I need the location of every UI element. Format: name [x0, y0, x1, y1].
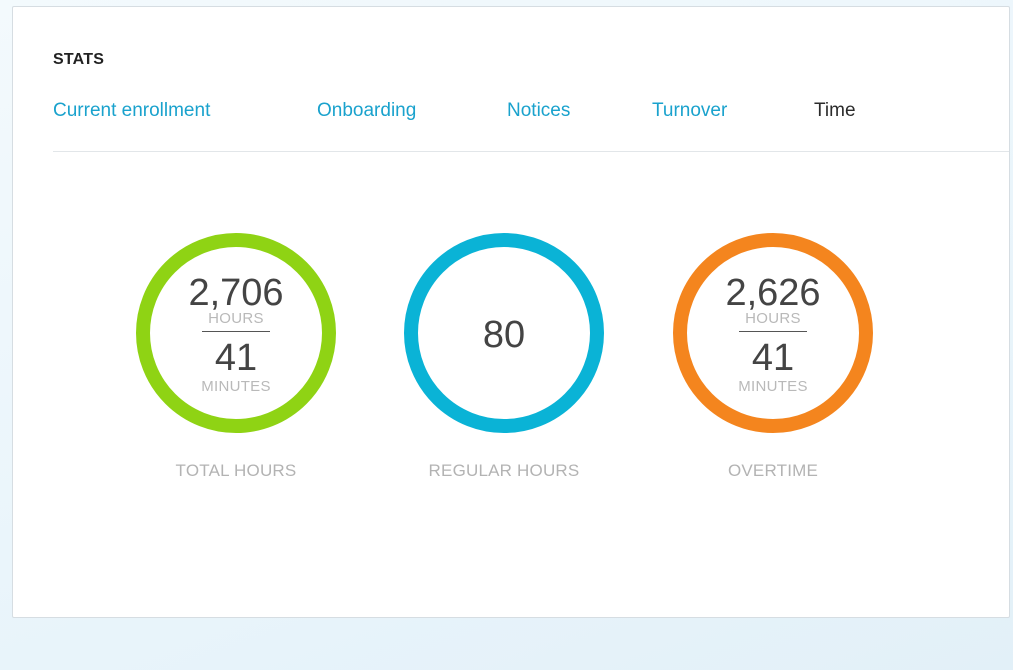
total-hours-label: TOTAL HOURS — [175, 461, 297, 480]
stat-total-hours: 2,706 HOURS 41 MINUTES TOTAL HOURS — [136, 233, 336, 493]
tabs-divider — [53, 151, 1009, 152]
stat-regular-hours: 80 REGULAR HOURS — [404, 233, 604, 493]
regular-hours-label: REGULAR HOURS — [428, 461, 580, 480]
total-hours-divider — [202, 331, 270, 332]
overtime-label: OVERTIME — [727, 461, 819, 480]
tab-current-enrollment[interactable]: Current enrollment — [53, 100, 210, 122]
total-hours-ring — [136, 233, 336, 433]
overtime-hours-unit: HOURS — [745, 310, 801, 327]
tab-time[interactable]: Time — [814, 100, 856, 122]
stat-overtime: 2,626 HOURS 41 MINUTES OVERTIME — [673, 233, 873, 493]
overtime-minutes-unit: MINUTES — [738, 378, 808, 395]
tab-turnover[interactable]: Turnover — [652, 100, 727, 122]
overtime-hours-value: 2,626 — [725, 272, 821, 314]
overtime-ring — [673, 233, 873, 433]
total-hours-value: 2,706 — [188, 272, 284, 314]
total-hours-unit: HOURS — [208, 310, 264, 327]
overtime-divider — [739, 331, 807, 332]
tab-onboarding[interactable]: Onboarding — [317, 100, 416, 122]
regular-hours-value: 80 — [482, 314, 526, 356]
total-minutes-unit: MINUTES — [201, 378, 271, 395]
stats-card: STATS Current enrollment Onboarding Noti… — [12, 6, 1010, 618]
stats-title: STATS — [53, 51, 105, 68]
tab-notices[interactable]: Notices — [507, 100, 570, 122]
overtime-minutes-value: 41 — [751, 337, 795, 379]
total-minutes-value: 41 — [214, 337, 258, 379]
